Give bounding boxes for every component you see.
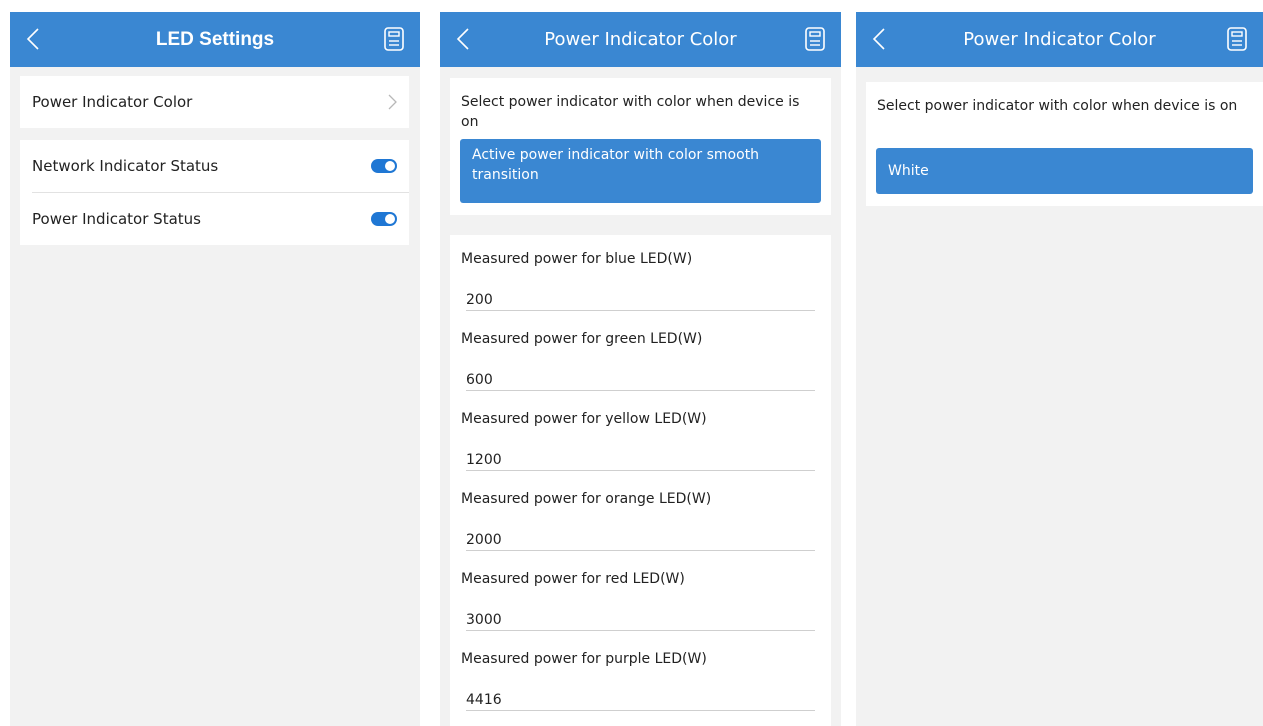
power-indicator-toggle[interactable] (371, 212, 397, 226)
toggle-knob (385, 214, 395, 224)
toggle-knob (385, 161, 395, 171)
color-select[interactable]: White (876, 148, 1253, 194)
power-indicator-color-row[interactable]: Power Indicator Color (20, 76, 409, 128)
toggle-switch[interactable] (371, 159, 397, 173)
green-led-input[interactable] (466, 369, 815, 391)
back-button[interactable] (22, 26, 44, 52)
red-led-label: Measured power for red LED(W) (461, 571, 685, 587)
network-indicator-toggle[interactable] (371, 159, 397, 173)
save-button[interactable] (383, 26, 405, 52)
top-bar: LED Settings (10, 12, 420, 67)
color-select-card: Select power indicator with color when d… (450, 78, 831, 215)
green-led-label: Measured power for green LED(W) (461, 331, 703, 347)
power-indicator-color-white-screen: Power Indicator Color Select power indic… (856, 12, 1263, 726)
description-text: Select power indicator with color when d… (877, 98, 1238, 114)
led-settings-screen: LED Settings Power Indicator Color Netwo… (10, 12, 420, 726)
yellow-led-label: Measured power for yellow LED(W) (461, 411, 707, 427)
save-icon (384, 27, 404, 51)
top-bar: Power Indicator Color (856, 12, 1263, 67)
purple-led-input[interactable] (466, 689, 815, 711)
red-led-input[interactable] (466, 609, 815, 631)
chevron-left-icon (872, 28, 885, 50)
network-indicator-status-row: Network Indicator Status (20, 140, 409, 192)
description-text: Select power indicator with color when d… (461, 94, 800, 130)
power-indicator-color-screen: Power Indicator Color Select power indic… (440, 12, 841, 726)
orange-led-label: Measured power for orange LED(W) (461, 491, 712, 507)
blue-led-label: Measured power for blue LED(W) (461, 251, 693, 267)
save-icon (805, 27, 825, 51)
color-mode-select[interactable]: Active power indicator with color smooth… (460, 139, 821, 203)
page-title: Power Indicator Color (544, 29, 737, 50)
blue-led-input[interactable] (466, 289, 815, 311)
indicator-status-card: Network Indicator Status Power Indicator… (20, 140, 409, 245)
yellow-led-input[interactable] (466, 449, 815, 471)
page-title: Power Indicator Color (963, 29, 1156, 50)
save-button[interactable] (1226, 26, 1248, 52)
chevron-right-icon (388, 94, 397, 110)
toggle-switch[interactable] (371, 212, 397, 226)
save-icon (1227, 27, 1247, 51)
color-select-card: Select power indicator with color when d… (866, 82, 1263, 206)
power-indicator-color-card: Power Indicator Color (20, 76, 409, 128)
back-button[interactable] (868, 26, 890, 52)
page-title: LED Settings (155, 29, 275, 50)
chevron-left-icon (456, 28, 469, 50)
row-label: Network Indicator Status (32, 157, 219, 175)
orange-led-input[interactable] (466, 529, 815, 551)
top-bar: Power Indicator Color (440, 12, 841, 67)
save-button[interactable] (804, 26, 826, 52)
chevron-left-icon (26, 28, 39, 50)
row-label: Power Indicator Color (32, 93, 193, 111)
row-label: Power Indicator Status (32, 210, 201, 228)
power-indicator-status-row: Power Indicator Status (20, 193, 409, 245)
purple-led-label: Measured power for purple LED(W) (461, 651, 707, 667)
measured-power-card: Measured power for blue LED(W) Measured … (450, 235, 831, 726)
back-button[interactable] (452, 26, 474, 52)
